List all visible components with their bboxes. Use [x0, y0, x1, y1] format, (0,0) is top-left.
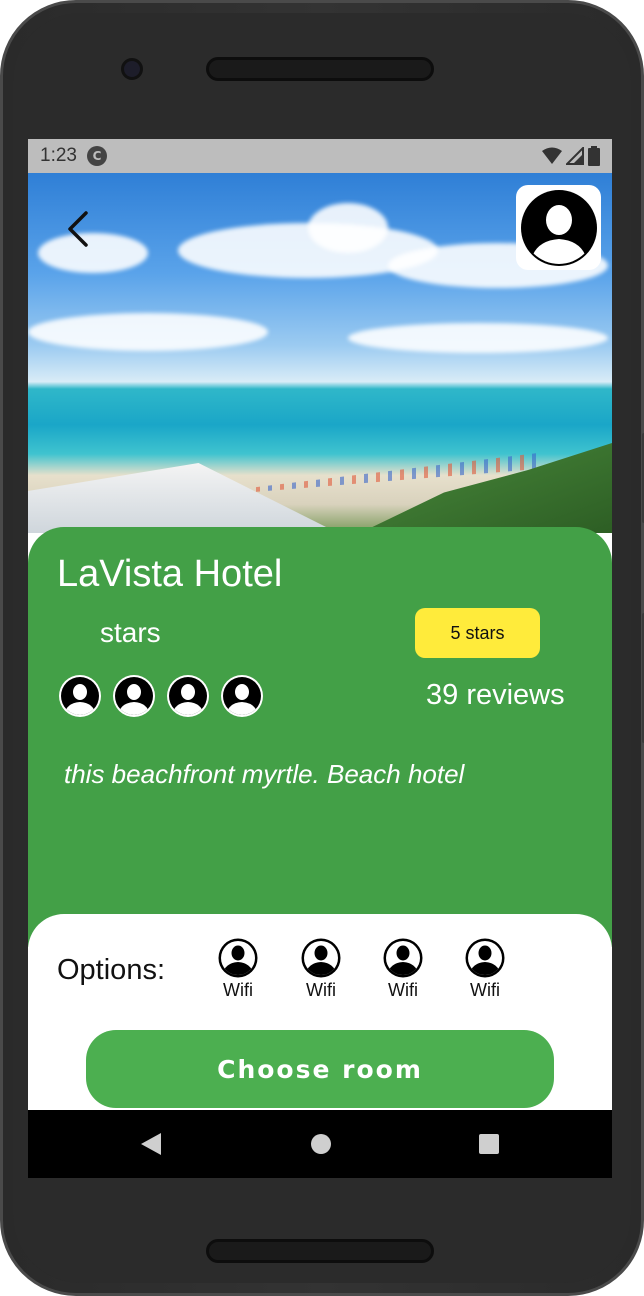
user-avatar-icon [167, 675, 209, 717]
hotel-description: this beachfront myrtle. Beach hotel [64, 759, 465, 789]
status-time: 1:23 [40, 145, 77, 166]
user-avatar-icon [59, 675, 101, 717]
profile-button[interactable] [516, 185, 601, 270]
option-label: Wifi [223, 980, 253, 1000]
user-avatar-icon [465, 938, 505, 978]
option-wifi[interactable]: Wifi [373, 938, 433, 1001]
cloud [308, 203, 388, 253]
balcony-railing [28, 463, 338, 533]
option-label: Wifi [388, 980, 418, 1000]
nav-home-icon[interactable] [310, 1132, 332, 1156]
reviews-count[interactable]: 39 reviews [426, 679, 565, 712]
user-avatar-icon [113, 675, 155, 717]
reviewer-avatars [59, 675, 263, 717]
cell-signal-icon [566, 147, 584, 165]
hotel-info-card: LaVista Hotel stars 5 stars 39 reviews t… [28, 527, 612, 947]
user-avatar-icon [301, 938, 341, 978]
cloud [348, 323, 608, 353]
option-label: Wifi [306, 980, 336, 1000]
status-bar: 1:23 C [28, 139, 612, 173]
bottom-speaker [206, 1239, 434, 1263]
palm-trees [360, 443, 612, 533]
stars-label: stars [100, 617, 161, 648]
front-camera [121, 58, 143, 80]
user-avatar-icon [520, 189, 597, 266]
wifi-icon [542, 147, 562, 164]
phone-frame: 1:23 C LaVista Hotel stars 5 stars 39 re… [0, 0, 644, 1296]
user-avatar-icon [221, 675, 263, 717]
options-label: Options: [57, 954, 165, 986]
chevron-left-icon [68, 211, 88, 247]
option-wifi[interactable]: Wifi [208, 938, 268, 1001]
stars-badge[interactable]: 5 stars [415, 608, 540, 658]
app-notification-icon: C [86, 146, 107, 166]
option-wifi[interactable]: Wifi [291, 938, 351, 1001]
option-label: Wifi [470, 980, 500, 1000]
battery-icon [588, 146, 600, 166]
option-wifi[interactable]: Wifi [455, 938, 515, 1001]
user-avatar-icon [383, 938, 423, 978]
cloud [28, 313, 268, 351]
system-nav-bar [28, 1110, 612, 1178]
nav-back-icon[interactable] [140, 1132, 162, 1156]
app-screen: 1:23 C LaVista Hotel stars 5 stars 39 re… [28, 139, 612, 1178]
earpiece-speaker [206, 57, 434, 81]
hotel-name: LaVista Hotel [57, 553, 283, 595]
status-icons [542, 146, 600, 166]
options-card: Options: Wifi Wifi Wifi Wifi Choose room [28, 914, 612, 1114]
back-button[interactable] [60, 211, 96, 247]
nav-recents-icon[interactable] [478, 1132, 500, 1156]
user-avatar-icon [218, 938, 258, 978]
choose-room-button[interactable]: Choose room [86, 1030, 554, 1108]
